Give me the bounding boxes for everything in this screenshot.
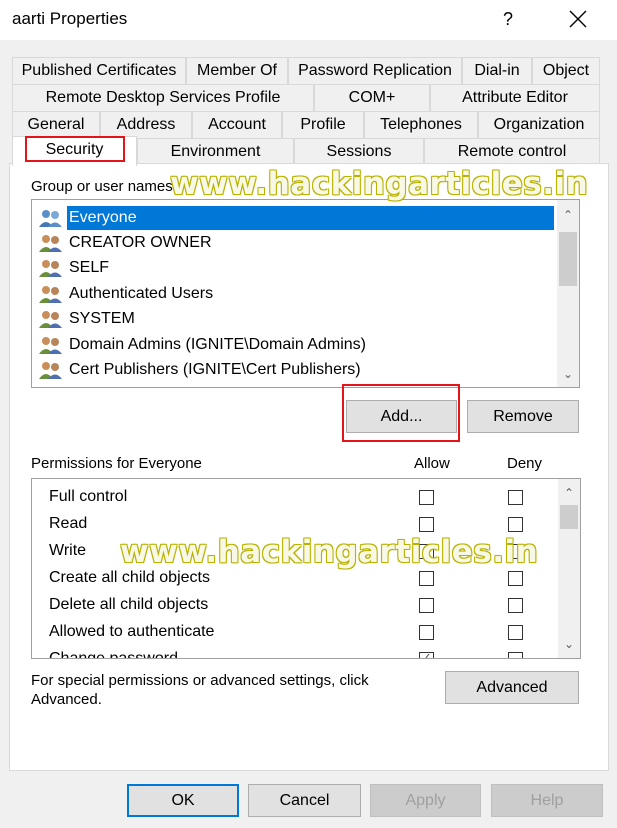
allow-checkbox[interactable] bbox=[419, 598, 434, 613]
close-icon[interactable] bbox=[556, 4, 600, 36]
tab-remote-desktop-services-profile[interactable]: Remote Desktop Services Profile bbox=[12, 84, 314, 111]
deny-checkbox[interactable] bbox=[508, 625, 523, 640]
cancel-button[interactable]: Cancel bbox=[248, 784, 361, 817]
permission-row: Allowed to authenticate bbox=[49, 620, 549, 647]
deny-checkbox[interactable] bbox=[508, 517, 523, 532]
tab-organization[interactable]: Organization bbox=[478, 111, 600, 138]
list-item[interactable]: SELF bbox=[38, 256, 553, 280]
permission-name: Delete all child objects bbox=[49, 596, 209, 613]
remove-button[interactable]: Remove bbox=[467, 400, 579, 433]
special-permissions-text-2: Advanced. bbox=[31, 691, 102, 708]
list-item[interactable]: SYSTEM bbox=[38, 307, 553, 331]
permissions-scrollbar[interactable]: ⌃ ⌄ bbox=[558, 479, 580, 658]
permission-row: Change password bbox=[49, 647, 549, 659]
list-item[interactable]: CREATOR OWNER bbox=[38, 231, 553, 255]
permission-name: Write bbox=[49, 542, 87, 559]
tab-com-plus[interactable]: COM+ bbox=[314, 84, 430, 111]
list-item[interactable]: Authenticated Users bbox=[38, 282, 553, 306]
permission-row: Write bbox=[49, 539, 549, 566]
list-item-label: Everyone bbox=[67, 206, 554, 230]
tab-account[interactable]: Account bbox=[192, 111, 282, 138]
permission-row: Delete all child objects bbox=[49, 593, 549, 620]
user-group-icon bbox=[39, 260, 62, 277]
allow-checkbox[interactable] bbox=[419, 650, 434, 658]
tab-sessions[interactable]: Sessions bbox=[294, 138, 424, 165]
user-group-icon bbox=[39, 311, 62, 328]
allow-checkbox[interactable] bbox=[419, 571, 434, 586]
permission-name: Change password bbox=[49, 650, 178, 659]
deny-checkbox[interactable] bbox=[508, 544, 523, 559]
users-scrollbar[interactable]: ⌃ ⌄ bbox=[557, 200, 579, 387]
list-item-label: Domain Admins (IGNITE\Domain Admins) bbox=[69, 336, 366, 353]
permission-name: Read bbox=[49, 515, 88, 532]
user-group-icon bbox=[39, 337, 62, 354]
list-item-label: SELF bbox=[69, 259, 110, 276]
scroll-down-icon[interactable]: ⌄ bbox=[558, 633, 580, 655]
allow-checkbox[interactable] bbox=[419, 544, 434, 559]
list-item[interactable]: Cert Publishers (IGNITE\Cert Publishers) bbox=[38, 358, 553, 382]
tab-security[interactable]: Security bbox=[12, 136, 137, 166]
tab-address[interactable]: Address bbox=[100, 111, 192, 138]
scroll-up-icon[interactable]: ⌃ bbox=[557, 204, 579, 226]
scroll-up-icon[interactable]: ⌃ bbox=[558, 482, 580, 504]
deny-checkbox[interactable] bbox=[508, 652, 523, 658]
group-user-names-label: Group or user names: bbox=[31, 178, 177, 195]
scroll-down-icon[interactable]: ⌄ bbox=[557, 363, 579, 385]
tab-profile[interactable]: Profile bbox=[282, 111, 364, 138]
tab-general[interactable]: General bbox=[12, 111, 100, 138]
scroll-thumb[interactable] bbox=[559, 232, 577, 286]
tab-telephones[interactable]: Telephones bbox=[364, 111, 478, 138]
list-item-label: CREATOR OWNER bbox=[69, 234, 212, 251]
deny-checkbox[interactable] bbox=[508, 598, 523, 613]
special-permissions-text: For special permissions or advanced sett… bbox=[31, 672, 369, 689]
deny-checkbox[interactable] bbox=[508, 490, 523, 505]
user-group-icon bbox=[39, 210, 62, 227]
list-item-label: Authenticated Users bbox=[69, 285, 214, 302]
deny-header: Deny bbox=[507, 455, 543, 472]
advanced-button[interactable]: Advanced bbox=[445, 671, 579, 704]
deny-checkbox[interactable] bbox=[508, 571, 523, 586]
ok-button[interactable]: OK bbox=[127, 784, 239, 817]
permission-row: Read bbox=[49, 512, 549, 539]
allow-checkbox[interactable] bbox=[419, 625, 434, 640]
user-group-icon bbox=[39, 286, 62, 303]
tab-member-of[interactable]: Member Of bbox=[186, 57, 288, 84]
permission-row: Create all child objects bbox=[49, 566, 549, 593]
tab-dial-in[interactable]: Dial-in bbox=[462, 57, 532, 84]
add-button[interactable]: Add... bbox=[346, 400, 457, 433]
tab-password-replication[interactable]: Password Replication bbox=[288, 57, 462, 84]
tab-published-certificates[interactable]: Published Certificates bbox=[12, 57, 186, 84]
permission-name: Allowed to authenticate bbox=[49, 623, 215, 640]
user-group-icon bbox=[39, 362, 62, 379]
tab-environment[interactable]: Environment bbox=[137, 138, 294, 165]
group-user-list[interactable]: Everyone CREATOR OWNER SELF Authenticate… bbox=[31, 199, 580, 388]
permission-name: Full control bbox=[49, 488, 128, 505]
help-button[interactable]: Help bbox=[491, 784, 603, 817]
tab-attribute-editor[interactable]: Attribute Editor bbox=[430, 84, 600, 111]
allow-checkbox[interactable] bbox=[419, 490, 434, 505]
permissions-label: Permissions for Everyone bbox=[31, 455, 202, 472]
list-item-label: SYSTEM bbox=[69, 310, 135, 327]
help-icon[interactable]: ? bbox=[486, 4, 530, 36]
allow-header: Allow bbox=[414, 455, 450, 472]
apply-button[interactable]: Apply bbox=[370, 784, 481, 817]
list-item[interactable]: Domain Admins (IGNITE\Domain Admins) bbox=[38, 333, 553, 357]
permission-name: Create all child objects bbox=[49, 569, 210, 586]
list-item-label: Cert Publishers (IGNITE\Cert Publishers) bbox=[69, 361, 361, 378]
permissions-list[interactable]: Full control Read Write Create all child… bbox=[31, 478, 581, 659]
scroll-thumb[interactable] bbox=[560, 505, 578, 529]
window-title: aarti Properties bbox=[12, 9, 128, 28]
user-group-icon bbox=[39, 235, 62, 252]
allow-checkbox[interactable] bbox=[419, 517, 434, 532]
tab-remote-control[interactable]: Remote control bbox=[424, 138, 600, 165]
tab-object[interactable]: Object bbox=[532, 57, 600, 84]
list-item[interactable]: Everyone bbox=[38, 206, 554, 230]
permission-row: Full control bbox=[49, 485, 549, 512]
